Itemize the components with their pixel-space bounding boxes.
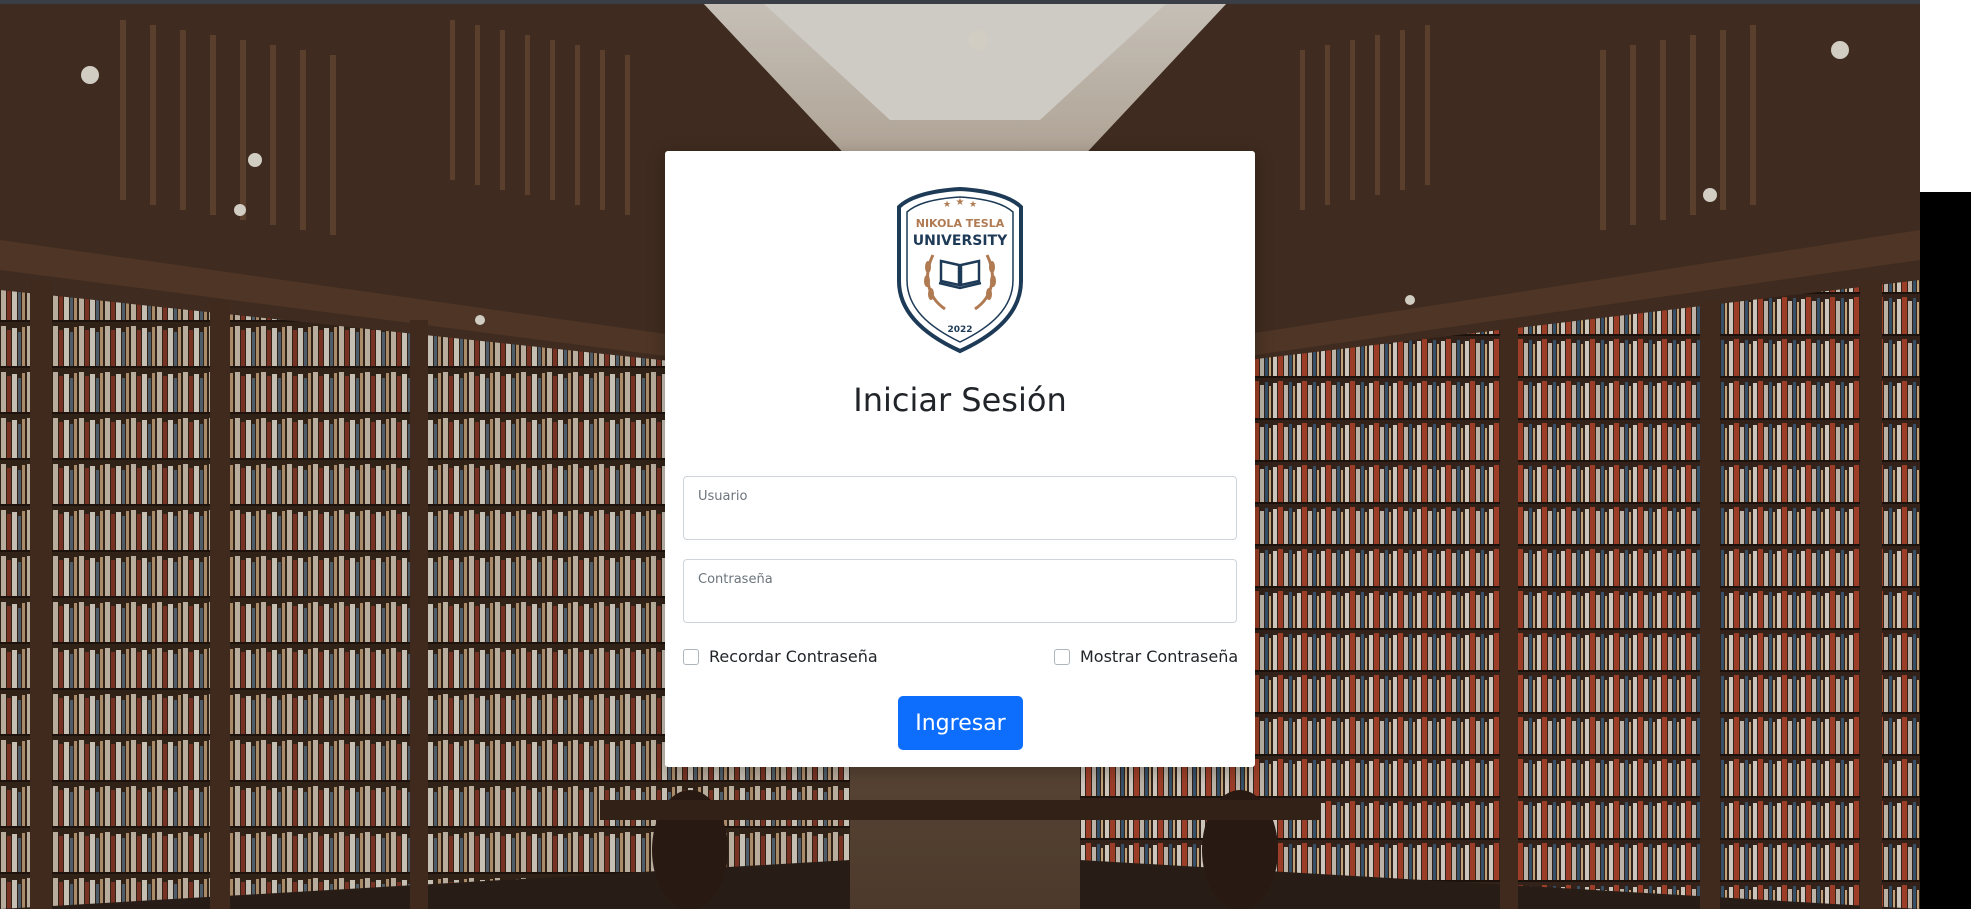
university-logo: ★ ★ ★ NIKOLA TESLA UNIVERSITY 2022 xyxy=(897,186,1023,354)
page-title: Iniciar Sesión xyxy=(853,381,1067,419)
right-edge-white xyxy=(1920,0,1971,192)
username-field[interactable]: Usuario xyxy=(683,476,1237,540)
password-input[interactable] xyxy=(697,590,1227,618)
password-label: Contraseña xyxy=(698,572,773,587)
username-input[interactable] xyxy=(697,507,1227,535)
password-field[interactable]: Contraseña xyxy=(683,559,1237,623)
login-card: ★ ★ ★ NIKOLA TESLA UNIVERSITY 2022 Inici… xyxy=(665,151,1255,767)
show-password-option[interactable]: Mostrar Contraseña xyxy=(1054,647,1238,666)
svg-text:★: ★ xyxy=(956,197,965,208)
university-shield-crest-icon: ★ ★ ★ NIKOLA TESLA UNIVERSITY 2022 xyxy=(895,185,1025,355)
remember-password-label[interactable]: Recordar Contraseña xyxy=(709,647,878,666)
username-label: Usuario xyxy=(698,489,748,504)
svg-text:★: ★ xyxy=(943,200,951,210)
login-submit-button[interactable]: Ingresar xyxy=(898,696,1023,750)
logo-year: 2022 xyxy=(947,325,972,335)
right-edge-black xyxy=(1920,192,1971,909)
logo-line1: NIKOLA TESLA xyxy=(916,217,1005,230)
show-password-checkbox[interactable] xyxy=(1054,648,1070,665)
top-bar xyxy=(0,0,1920,4)
show-password-label[interactable]: Mostrar Contraseña xyxy=(1080,647,1238,666)
svg-text:★: ★ xyxy=(969,200,977,210)
logo-line2: UNIVERSITY xyxy=(913,233,1008,249)
remember-password-option[interactable]: Recordar Contraseña xyxy=(683,647,878,666)
remember-password-checkbox[interactable] xyxy=(683,648,699,665)
